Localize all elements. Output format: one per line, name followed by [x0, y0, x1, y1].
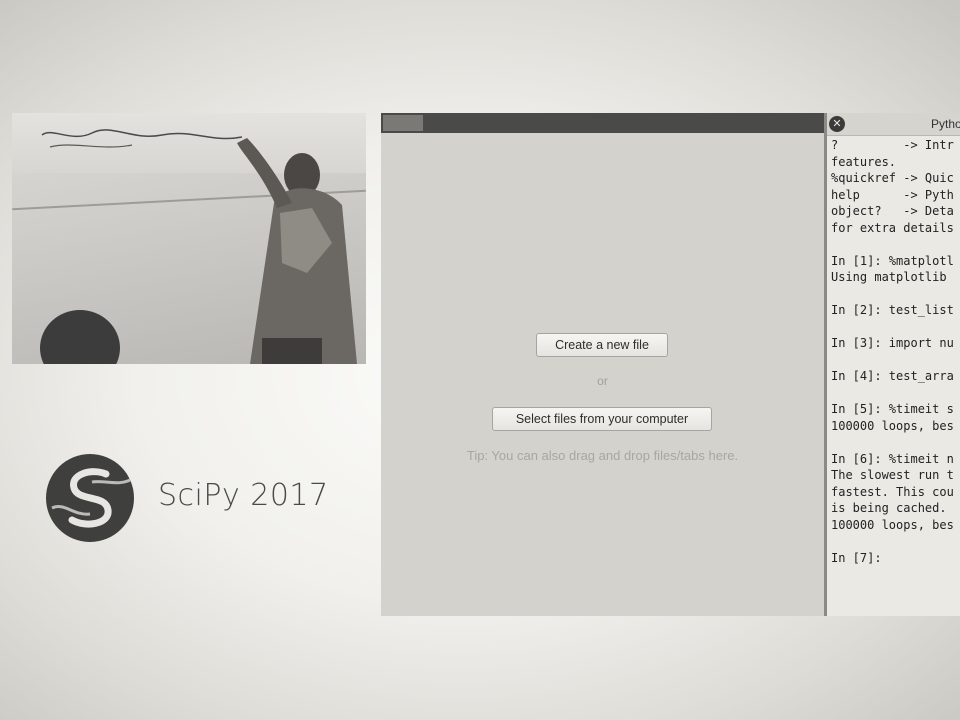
console-line: for extra details [831, 220, 954, 235]
console-line: In [6]: %timeit n [831, 451, 954, 466]
console-line: features. [831, 154, 897, 169]
console-line: Using matplotlib [831, 270, 947, 284]
or-separator-text: or [597, 374, 608, 388]
scipy-logo-text: SciPy 2017 [158, 478, 329, 513]
console-line: object? -> Deta [831, 204, 954, 218]
console-line: In [7]: [831, 550, 882, 565]
console-line: ? -> Intr [831, 138, 954, 152]
close-icon[interactable]: ✕ [829, 116, 845, 132]
console-line: 100000 loops, bes [831, 517, 954, 532]
console-line: %quickref -> Quic [831, 171, 954, 185]
video-feed [12, 113, 366, 364]
editor-tab[interactable] [383, 115, 423, 131]
console-line: In [5]: %timeit s [831, 402, 954, 416]
app-window: Create a new file or Select files from y… [381, 113, 960, 616]
console-line: In [3]: import nu [831, 336, 954, 350]
python-console-pane: ✕ Pytho ? -> Intr features. %quickref -> Q… [827, 113, 960, 616]
console-line: 100000 loops, bes [831, 418, 954, 433]
console-line: The slowest run t [831, 468, 954, 482]
console-line: In [1]: %matplotl [831, 253, 954, 268]
console-line: In [4]: test_arra [831, 369, 954, 383]
console-line: fastest. This cou [831, 484, 954, 499]
presenter-scene [40, 129, 357, 364]
editor-dock-area: Create a new file or Select files from y… [381, 133, 824, 616]
console-tab[interactable]: ✕ Pytho [827, 113, 960, 136]
create-new-file-button[interactable]: Create a new file [536, 333, 668, 357]
console-title: Pytho [931, 117, 960, 131]
drag-drop-tip: Tip: You can also drag and drop files/ta… [466, 448, 739, 463]
select-files-button[interactable]: Select files from your computer [492, 407, 712, 431]
console-line: is being cached. [831, 501, 947, 515]
console-line: help -> Pyth [831, 187, 954, 202]
editor-tab-bar [381, 113, 824, 133]
console-output[interactable]: ? -> Intr features. %quickref -> Quic help … [831, 137, 954, 566]
scipy-logo-icon [46, 454, 134, 542]
console-line: In [2]: test_list [831, 303, 954, 317]
